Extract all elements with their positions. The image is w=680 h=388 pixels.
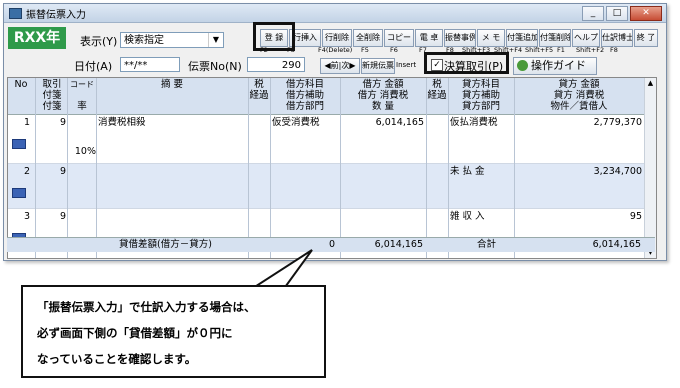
- callout-line: なっていることを確認します。: [37, 352, 197, 366]
- callout-line: 必ず画面下側の「貸借差額」が０円に: [37, 326, 233, 340]
- instruction-callout: 「振替伝票入力」で仕訳入力する場合は、 必ず画面下側の「貸借差額」が０円に なっ…: [21, 285, 326, 378]
- callout-line: 「振替伝票入力」で仕訳入力する場合は、: [37, 300, 256, 314]
